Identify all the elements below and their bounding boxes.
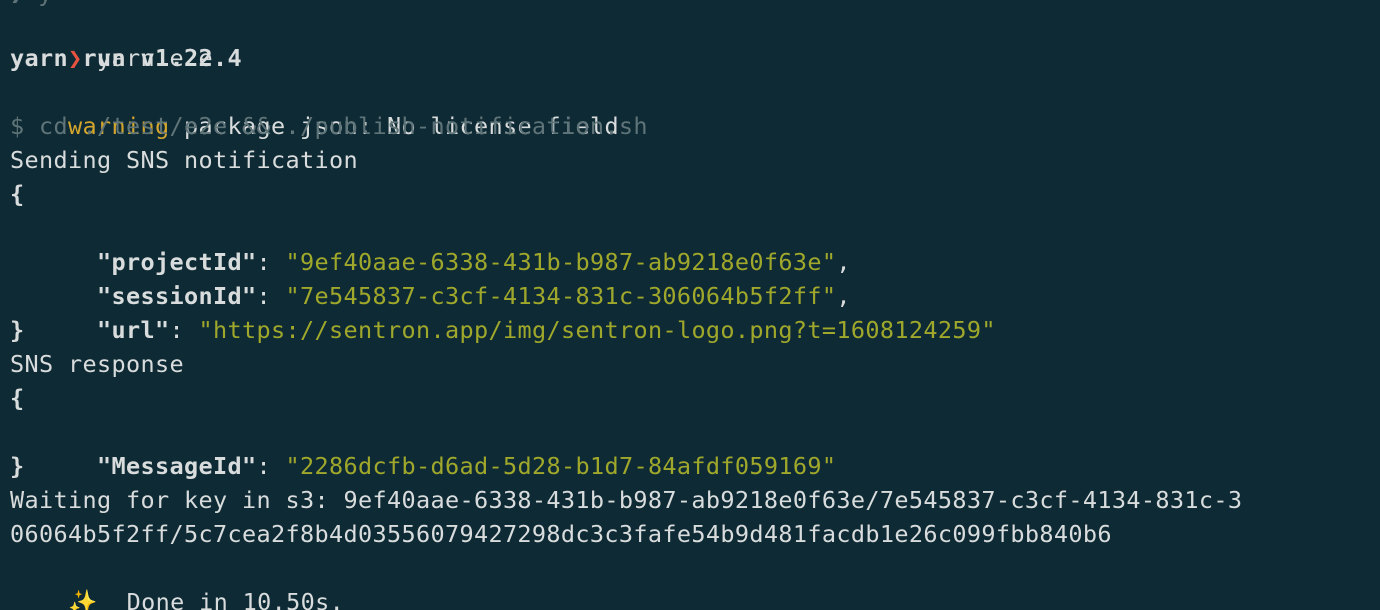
warning-line: warning package.json: No license field <box>10 75 619 140</box>
sns-response-line: SNS response <box>10 350 184 378</box>
waiting-line-1: Waiting for key in s3: 9ef40aae-6338-431… <box>10 486 1243 514</box>
json-brace-close: } <box>10 316 25 344</box>
json-value-message-id: "2286dcfb-d6ad-5d28-b1d7-84afdf059169" <box>285 452 837 480</box>
json-colon: : <box>169 316 199 344</box>
json-colon: : <box>256 452 286 480</box>
command-line: ❯ yarn e2e <box>10 7 213 72</box>
json-url-line: "url": "https://sentron.app/img/sentron-… <box>10 279 996 344</box>
json-message-id-line: "MessageId": "2286dcfb-d6ad-5d28-b1d7-84… <box>10 415 836 480</box>
json-brace-close-response: } <box>10 452 25 480</box>
json-brace-open-response: { <box>10 384 25 412</box>
terminal-window[interactable]: ❯ y ❯ yarn e2e yarn run v1.22.4 warning … <box>0 0 1380 610</box>
exec-command-line: $ cd ./test/e2e && ./publish-notificatio… <box>10 112 648 140</box>
scrolled-line-text: ❯ y <box>10 0 52 7</box>
waiting-line-2: 06064b5f2ff/5c7cea2f8b4d03556079427298dc… <box>10 520 1112 548</box>
done-text: Done in 10.50s. <box>97 588 345 610</box>
done-line: ✨ Done in 10.50s. <box>10 551 344 610</box>
json-value-url: "https://sentron.app/img/sentron-logo.pn… <box>198 316 996 344</box>
sparkles-icon: ✨ <box>68 588 98 610</box>
json-session-id-line: "sessionId": "7e545837-c3cf-4134-831c-30… <box>10 245 851 310</box>
json-key-message-id: "MessageId" <box>97 452 257 480</box>
json-brace-open: { <box>10 180 25 208</box>
yarn-version-line: yarn run v1.22.4 <box>10 44 242 72</box>
sending-line: Sending SNS notification <box>10 146 358 174</box>
json-project-id-line: "projectId": "9ef40aae-6338-431b-b987-ab… <box>10 211 851 276</box>
json-key-url: "url" <box>97 316 170 344</box>
